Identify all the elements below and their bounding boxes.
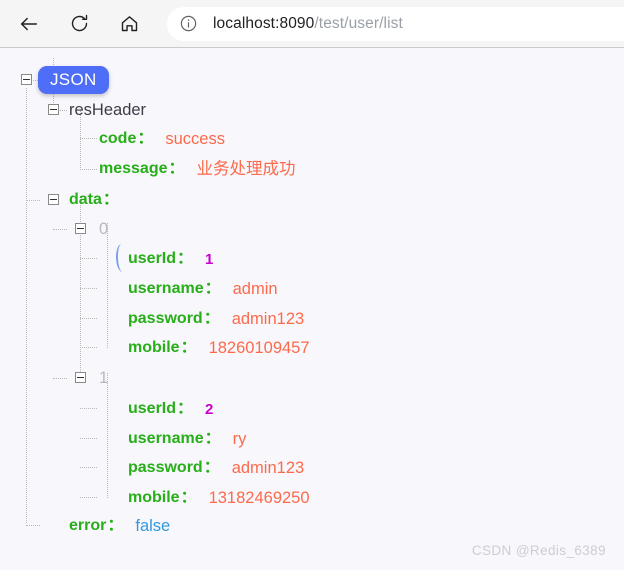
node-colon: ：: [168, 160, 185, 177]
reload-button[interactable]: [59, 4, 99, 44]
node-key: mobile: [128, 339, 180, 356]
node-colon: ：: [204, 430, 221, 447]
node-key: username: [128, 280, 204, 297]
node-key: code: [99, 130, 137, 147]
home-icon: [121, 16, 137, 32]
node-colon: ：: [203, 459, 220, 476]
tree-node-index-1[interactable]: 1: [99, 368, 108, 388]
reload-icon: [71, 14, 87, 32]
tree-node-item1-username[interactable]: username ： ry: [128, 429, 246, 449]
tree-guide-line: [80, 438, 97, 439]
back-arrow-icon: [20, 17, 38, 30]
home-button[interactable]: [109, 4, 149, 44]
node-value: ry: [232, 429, 247, 448]
tree-guide-line: [80, 347, 97, 348]
site-info-icon[interactable]: [177, 13, 199, 35]
node-colon: ：: [177, 400, 194, 417]
tree-guide-line: [80, 138, 97, 139]
expander-root[interactable]: [21, 74, 32, 85]
node-value: 13182469250: [208, 488, 310, 507]
tree-node-data[interactable]: data ：: [69, 190, 119, 210]
tree-node-index-0[interactable]: 0: [99, 219, 108, 239]
node-key: userId: [128, 400, 177, 417]
node-colon: ：: [203, 310, 220, 327]
tree-node-error[interactable]: error ： false: [69, 516, 170, 536]
tree-node-item0-username[interactable]: username ： admin: [128, 279, 278, 299]
node-key: userId: [128, 250, 177, 267]
expander-resheader[interactable]: [48, 104, 59, 115]
browser-toolbar: localhost:8090/test/user/list: [0, 0, 624, 48]
url-host: localhost:8090: [213, 14, 315, 32]
node-key: message: [99, 160, 168, 177]
tree-guide-line: [26, 88, 27, 523]
tree-guide-line: [26, 525, 40, 526]
node-key: data: [69, 191, 102, 208]
text-cursor-artifact: [115, 243, 129, 273]
expander-item-1[interactable]: [75, 372, 86, 383]
back-button[interactable]: [9, 4, 49, 44]
node-key: username: [128, 430, 204, 447]
tree-node-code[interactable]: code ： success: [99, 129, 225, 149]
node-key: error: [69, 517, 107, 534]
node-value: admin: [232, 279, 278, 298]
node-value: false: [135, 516, 171, 535]
tree-guide-line: [107, 373, 108, 498]
url-path: /test/user/list: [314, 14, 403, 32]
node-colon: ：: [102, 191, 119, 208]
json-root-badge[interactable]: JSON: [38, 66, 109, 94]
tree-guide-line: [53, 229, 67, 230]
node-index-label: 1: [99, 368, 109, 387]
expander-item-0[interactable]: [75, 223, 86, 234]
node-colon: ：: [107, 517, 124, 534]
tree-node-message[interactable]: message ： 业务处理成功: [99, 159, 296, 179]
node-label: resHeader: [69, 100, 147, 119]
watermark-text: CSDN @Redis_6389: [471, 543, 606, 558]
node-index-label: 0: [99, 219, 109, 238]
tree-node-item1-userid[interactable]: userId ： 2: [128, 399, 213, 419]
node-key: password: [128, 459, 203, 476]
expander-data[interactable]: [48, 194, 59, 205]
tree-node-item0-password[interactable]: password ： admin123: [128, 309, 304, 329]
tree-node-item1-password[interactable]: password ： admin123: [128, 458, 304, 478]
node-value: success: [165, 129, 225, 148]
node-colon: ：: [180, 339, 197, 356]
node-value: admin123: [231, 458, 305, 477]
tree-node-item0-mobile[interactable]: mobile ： 18260109457: [128, 338, 310, 358]
node-key: mobile: [128, 489, 180, 506]
tree-node-item1-mobile[interactable]: mobile ： 13182469250: [128, 488, 310, 508]
node-value: 18260109457: [208, 338, 310, 357]
tree-guide-line: [80, 467, 97, 468]
node-value: 2: [205, 400, 214, 418]
tree-guide-line: [80, 497, 97, 498]
tree-guide-line: [107, 223, 108, 348]
tree-node-item0-userid[interactable]: userId ： 1: [128, 249, 213, 269]
json-tree-viewer: JSON resHeader code ： success message ： …: [0, 48, 624, 570]
node-colon: ：: [180, 489, 197, 506]
tree-guide-line: [53, 378, 67, 379]
tree-node-resheader[interactable]: resHeader: [69, 100, 146, 120]
node-value: 业务处理成功: [196, 159, 296, 178]
tree-guide-line: [80, 318, 97, 319]
tree-guide-line: [80, 258, 97, 259]
tree-guide-line: [26, 200, 40, 201]
tree-guide-line: [80, 288, 97, 289]
url-text[interactable]: localhost:8090/test/user/list: [213, 15, 403, 33]
node-colon: ：: [177, 250, 194, 267]
node-value: admin123: [231, 309, 305, 328]
node-colon: ：: [204, 280, 221, 297]
node-colon: ：: [137, 130, 154, 147]
tree-guide-line: [80, 169, 97, 170]
info-circle-icon: [180, 15, 196, 32]
node-value: 1: [205, 250, 214, 268]
node-key: password: [128, 310, 203, 327]
address-bar[interactable]: localhost:8090/test/user/list: [167, 6, 624, 41]
tree-guide-line: [80, 408, 97, 409]
